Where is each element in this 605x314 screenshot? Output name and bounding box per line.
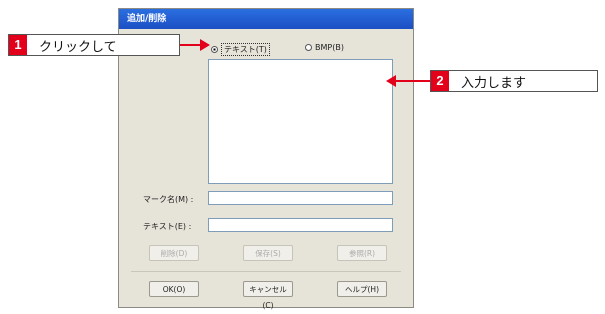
ok-button[interactable]: OK(O): [149, 281, 199, 297]
radio-bmp-label: BMP(B): [315, 43, 344, 52]
callout-2-arrow-line: [396, 80, 430, 82]
callout-1: 1 クリックして: [8, 34, 180, 56]
callout-1-arrow-head-icon: [200, 39, 210, 51]
callout-2-arrow-head-icon: [386, 75, 396, 87]
callout-1-text: クリックして: [39, 39, 117, 55]
callout-2: 2 入力します: [430, 70, 598, 92]
text-field-input[interactable]: [208, 218, 393, 232]
text-field-label: テキスト(E) :: [143, 222, 192, 231]
radio-dot: [305, 44, 312, 51]
radio-text[interactable]: テキスト(T): [211, 43, 270, 56]
callout-2-text: 入力します: [461, 75, 527, 91]
delete-button[interactable]: 削除(D): [149, 245, 199, 261]
callout-1-arrow-line: [180, 44, 200, 46]
cancel-button[interactable]: キャンセル(C): [243, 281, 293, 310]
mark-name-label: マーク名(M) :: [143, 195, 194, 204]
callout-2-number: 2: [431, 71, 449, 91]
type-radio-group: テキスト(T) BMP(B): [179, 41, 399, 57]
text-input-area[interactable]: [208, 59, 393, 184]
callout-1-number: 1: [9, 35, 27, 55]
browse-button[interactable]: 参照(R): [337, 245, 387, 261]
mark-name-input[interactable]: [208, 191, 393, 205]
radio-text-label: テキスト(T): [221, 43, 270, 56]
help-button[interactable]: ヘルプ(H): [337, 281, 387, 297]
dialog-title: 追加/削除: [119, 9, 413, 29]
radio-bmp[interactable]: BMP(B): [305, 43, 344, 52]
separator: [131, 271, 401, 272]
save-button[interactable]: 保存(S): [243, 245, 293, 261]
radio-dot-selected: [211, 46, 218, 53]
